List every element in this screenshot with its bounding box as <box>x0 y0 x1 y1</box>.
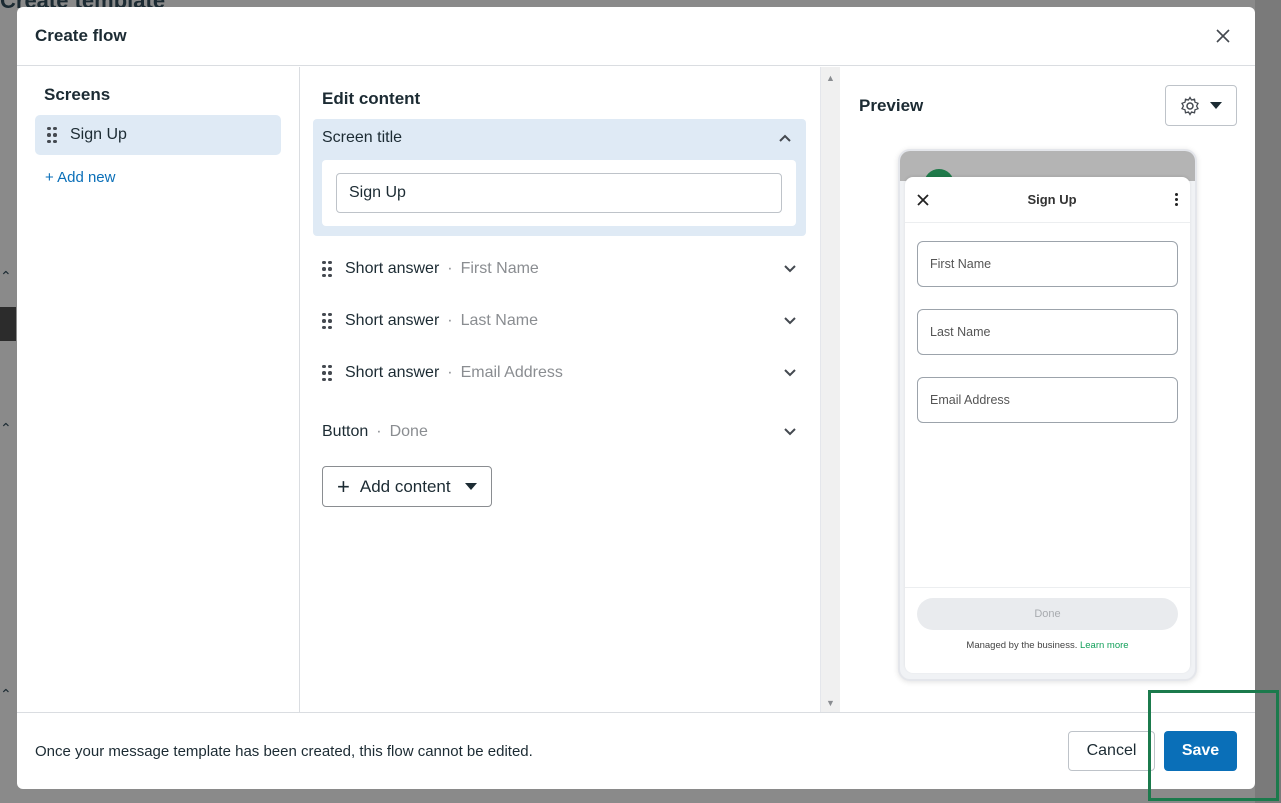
learn-more-link: Learn more <box>1079 640 1129 651</box>
chevron-down-icon[interactable] <box>783 366 797 380</box>
component-label: Last Name <box>460 312 538 329</box>
flow-sheet-header: Sign Up <box>905 177 1190 223</box>
scroll-down-arrow-icon[interactable]: ▼ <box>826 698 835 708</box>
add-content-button[interactable]: + Add content <box>322 466 492 507</box>
cancel-button[interactable]: Cancel <box>1068 731 1155 771</box>
flow-sheet-title: Sign Up <box>1027 192 1077 207</box>
preview-panel: Preview Sign Up First Name Last Name Ema… <box>840 67 1255 712</box>
screen-title-section: Screen title <box>313 119 806 236</box>
close-icon <box>917 193 929 206</box>
footer-note: Once your message template has been crea… <box>35 742 533 760</box>
preview-settings-button[interactable] <box>1165 85 1237 126</box>
screen-title-input[interactable] <box>336 173 782 213</box>
modal-footer: Once your message template has been crea… <box>17 712 1255 789</box>
modal-title: Create flow <box>35 26 127 45</box>
plus-icon: + <box>337 473 350 499</box>
preview-field: Last Name <box>917 309 1178 355</box>
flow-sheet-footer: Done Managed by the business. Learn more <box>905 587 1190 673</box>
separator: · <box>376 423 382 440</box>
separator: · <box>447 364 453 381</box>
drag-handle-icon[interactable] <box>322 260 332 278</box>
component-label: Email Address <box>460 364 563 381</box>
screen-item-sign-up[interactable]: Sign Up <box>35 115 281 155</box>
gear-icon <box>1181 95 1199 116</box>
component-type: Short answer <box>345 312 440 329</box>
chevron-down-icon[interactable] <box>783 314 797 328</box>
separator: · <box>447 312 453 329</box>
managed-note: Managed by the business. Learn more <box>905 640 1190 651</box>
flow-sheet: Sign Up First Name Last Name Email Addre… <box>905 177 1190 673</box>
preview-done-button: Done <box>917 598 1178 630</box>
screen-title-label: Screen title <box>322 129 403 146</box>
component-row[interactable]: Short answer · Last Name <box>322 295 797 347</box>
screens-heading: Screens <box>44 85 111 104</box>
close-icon <box>1216 29 1230 43</box>
preview-field: Email Address <box>917 377 1178 423</box>
component-type: Button <box>322 423 369 440</box>
component-type: Short answer <box>345 364 440 381</box>
drag-handle-icon[interactable] <box>322 312 332 330</box>
create-flow-modal: Create flow Screens Sign Up + Add new Ed… <box>17 7 1255 789</box>
modal-body: Screens Sign Up + Add new Edit content S… <box>17 67 1255 712</box>
component-row[interactable]: Short answer · Email Address <box>322 347 797 399</box>
preview-field: First Name <box>917 241 1178 287</box>
drag-handle-icon[interactable] <box>47 126 57 144</box>
close-button[interactable] <box>1209 22 1237 50</box>
separator: · <box>447 260 453 277</box>
component-type: Short answer <box>345 260 440 277</box>
more-options-icon <box>1174 193 1178 206</box>
caret-down-icon <box>464 483 477 490</box>
scroll-up-arrow-icon[interactable]: ▲ <box>826 73 835 83</box>
chevron-down-icon[interactable] <box>783 425 797 439</box>
component-label: Done <box>389 423 428 440</box>
managed-text: Managed by the business. <box>966 640 1078 651</box>
edit-panel-scrollbar[interactable]: ▲ ▼ <box>820 67 840 712</box>
screen-title-header[interactable]: Screen title <box>322 127 796 149</box>
chevron-down-icon[interactable] <box>783 262 797 276</box>
edit-content-heading: Edit content <box>322 89 421 108</box>
screens-panel: Screens Sign Up + Add new <box>17 67 300 712</box>
chevron-up-icon: ⌃ <box>0 686 12 702</box>
highlight-box <box>1148 690 1279 801</box>
component-label: First Name <box>460 260 539 277</box>
chevron-up-icon: ⌃ <box>0 420 12 436</box>
modal-header: Create flow <box>17 7 1255 66</box>
edit-content-panel: Edit content Screen title Short answer <box>300 67 840 712</box>
background-right-edge <box>1255 0 1281 803</box>
screen-item-label: Sign Up <box>70 126 127 143</box>
screen-title-body <box>322 160 796 226</box>
component-row[interactable]: Short answer · First Name <box>322 243 797 295</box>
chevron-up-icon[interactable] <box>778 133 792 143</box>
phone-preview: Sign Up First Name Last Name Email Addre… <box>898 149 1197 681</box>
background-dark-strip <box>0 307 16 341</box>
add-content-label: Add content <box>359 476 451 496</box>
button-component-row[interactable]: Button · Done <box>322 406 797 458</box>
caret-down-icon <box>1210 102 1222 109</box>
drag-handle-icon[interactable] <box>322 364 332 382</box>
preview-heading: Preview <box>859 95 924 115</box>
component-list: Short answer · First Name Short answer ·… <box>322 243 840 458</box>
chevron-up-icon: ⌃ <box>0 268 12 284</box>
add-new-screen-link[interactable]: + Add new <box>45 169 281 186</box>
